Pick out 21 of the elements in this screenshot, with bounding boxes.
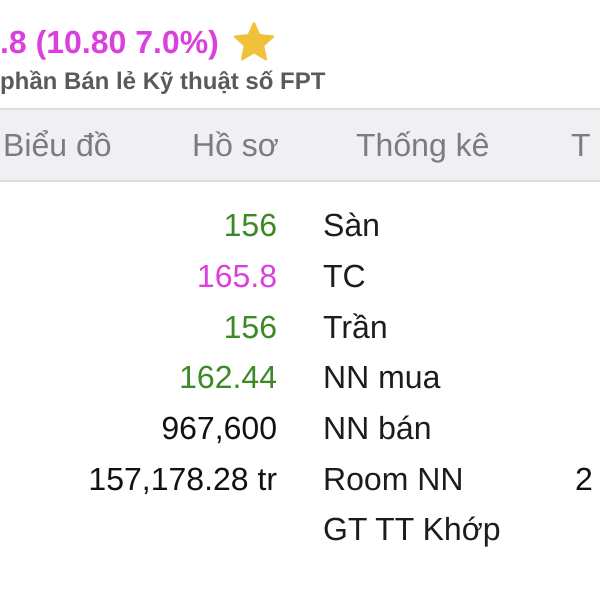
tab[interactable]: Biểu đồ	[3, 126, 112, 164]
star-icon[interactable]	[232, 22, 275, 62]
company-name: phần Bán lẻ Kỹ thuật số FPT	[0, 68, 326, 96]
stat-value: 162.44	[179, 358, 277, 396]
stat-label: Trần	[323, 308, 388, 345]
tab[interactable]: Hồ sơ	[192, 126, 279, 164]
stat-value: 2	[575, 460, 593, 497]
stat-value: 157,178.28 tr	[88, 460, 277, 498]
stat-label: GT TT Khớp	[323, 511, 500, 548]
stat-value: 165.8	[196, 257, 277, 296]
stat-label: Room NN	[323, 460, 464, 497]
stat-label: TC	[323, 258, 366, 294]
tab[interactable]: Thống kê	[356, 126, 490, 164]
price-change: .8 (10.80 7.0%)	[0, 26, 219, 58]
tab[interactable]: T	[571, 126, 591, 164]
stat-value: 156	[224, 206, 277, 244]
stat-label: NN mua	[323, 359, 440, 396]
stat-value: 156	[224, 308, 277, 346]
stat-label: Sàn	[323, 207, 380, 244]
stat-label: NN bán	[323, 410, 432, 446]
stat-value: 967,600	[161, 409, 277, 448]
